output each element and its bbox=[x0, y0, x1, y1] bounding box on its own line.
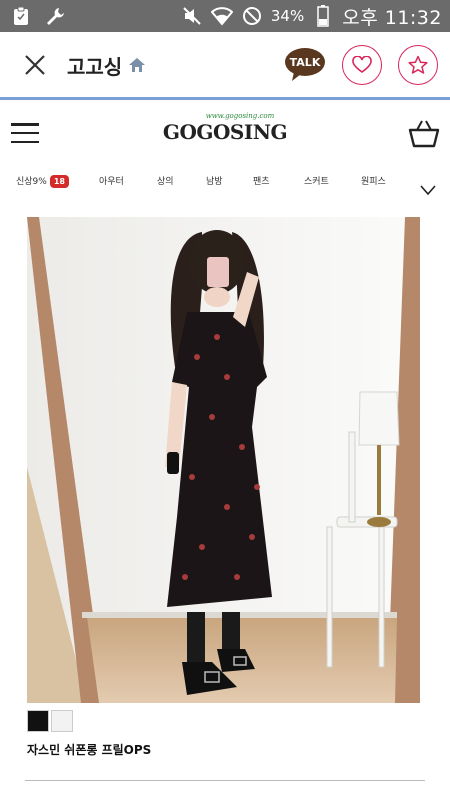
new-count-badge: 18 bbox=[49, 175, 69, 188]
heart-icon bbox=[352, 56, 372, 73]
site-nav: www.gogosing.com GOGOSING bbox=[0, 100, 450, 166]
tab-new[interactable]: 신상9% 18 bbox=[16, 174, 69, 188]
logo-tagline: www.gogosing.com bbox=[205, 112, 275, 120]
menu-icon[interactable] bbox=[11, 123, 39, 143]
wifi-icon bbox=[210, 5, 233, 27]
wrench-icon bbox=[44, 5, 66, 27]
logo-text: GOGOSING bbox=[162, 120, 288, 144]
home-icon[interactable] bbox=[128, 57, 146, 77]
kakao-talk-button[interactable]: TALK bbox=[284, 47, 326, 83]
tab-pants[interactable]: 팬츠 bbox=[253, 174, 270, 187]
tab-skirt[interactable]: 스커트 bbox=[304, 174, 329, 187]
header-actions: TALK bbox=[284, 45, 450, 85]
app-header: 고고싱 TALK bbox=[0, 32, 450, 98]
color-swatches bbox=[27, 710, 73, 732]
battery-percent: 34% bbox=[270, 7, 305, 25]
site-logo: www.gogosing.com GOGOSING bbox=[0, 112, 450, 144]
status-right: 34% 오후 11:32 bbox=[181, 3, 450, 30]
color-swatch-white[interactable] bbox=[51, 710, 73, 732]
color-swatch-black[interactable] bbox=[27, 710, 49, 732]
tab-top[interactable]: 상의 bbox=[157, 174, 174, 187]
favorite-button[interactable] bbox=[398, 45, 438, 85]
status-left-icons bbox=[0, 5, 66, 27]
wishlist-button[interactable] bbox=[342, 45, 382, 85]
tab-shirt[interactable]: 남방 bbox=[206, 174, 223, 187]
status-bar: 34% 오후 11:32 bbox=[0, 0, 450, 32]
cart-button[interactable] bbox=[408, 118, 440, 148]
close-button[interactable] bbox=[17, 47, 53, 83]
shop-title: 고고싱 bbox=[67, 54, 123, 79]
tab-outer[interactable]: 아우터 bbox=[99, 174, 124, 187]
clipboard-icon bbox=[10, 5, 32, 27]
clock: 오후 11:32 bbox=[342, 6, 442, 29]
close-icon bbox=[25, 55, 45, 75]
category-tabs: 신상9% 18 아우터 상의 남방 팬츠 스커트 원피스 bbox=[0, 170, 450, 196]
cart-icon bbox=[408, 120, 440, 148]
divider bbox=[25, 780, 425, 781]
product-image[interactable] bbox=[27, 217, 420, 703]
talk-label: TALK bbox=[289, 56, 321, 69]
star-icon bbox=[408, 55, 428, 74]
battery-icon bbox=[312, 5, 334, 27]
tab-label: 신상9% bbox=[16, 177, 47, 187]
mute-icon bbox=[181, 5, 203, 27]
chevron-down-icon[interactable] bbox=[420, 180, 436, 199]
product-name[interactable]: 자스민 쉬폰롱 프릴OPS bbox=[27, 741, 151, 758]
do-not-disturb-icon bbox=[241, 5, 263, 27]
tab-dress[interactable]: 원피스 bbox=[361, 174, 386, 187]
